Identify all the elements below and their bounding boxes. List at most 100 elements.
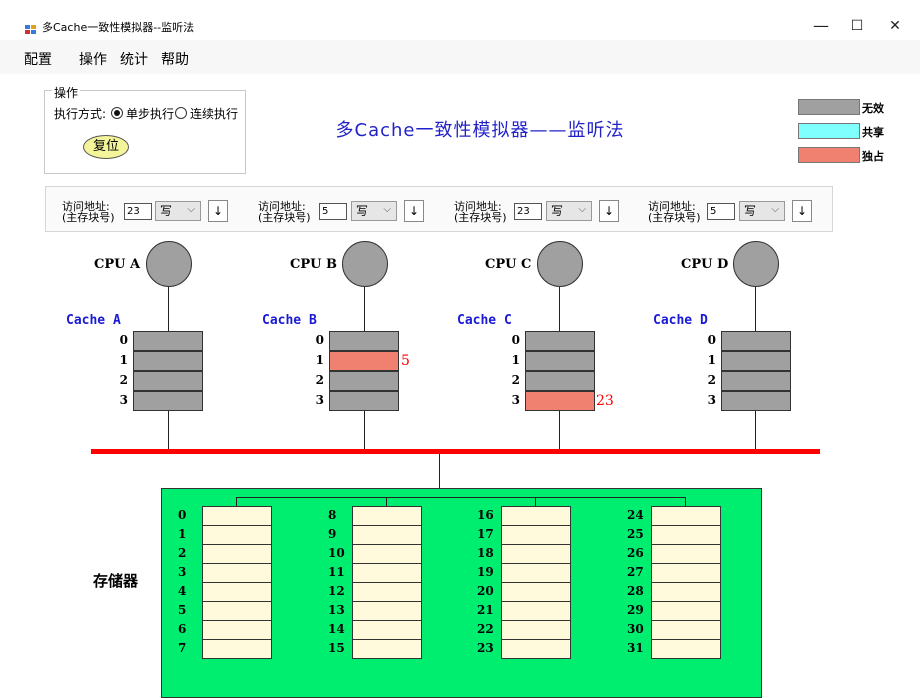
single-step-radio[interactable]	[111, 107, 123, 119]
memory-cell	[651, 601, 721, 621]
cpu-a-link	[168, 287, 169, 331]
address-input-c[interactable]: 23	[514, 203, 542, 220]
cpu-b-node	[342, 241, 388, 287]
reset-button[interactable]: 复位	[83, 135, 129, 159]
cache-b-index-3: 3	[315, 393, 324, 407]
cpu-c-label: CPU C	[485, 257, 532, 272]
cpu-d-link	[755, 287, 756, 331]
cache-a-index-0: 0	[119, 333, 128, 347]
chevron-down-icon: ⌵	[383, 204, 391, 215]
access-label-c: 访问地址: (主存块号)	[454, 200, 507, 224]
cache-a-index-2: 2	[119, 373, 128, 387]
memory-cell	[202, 582, 272, 602]
system-bus	[91, 449, 820, 454]
memory-index: 20	[477, 584, 494, 598]
memory-index: 9	[328, 527, 337, 541]
memory-cell	[501, 601, 571, 621]
memory-index: 26	[627, 546, 644, 560]
cache-c-line-1	[525, 351, 595, 371]
address-input-a[interactable]: 23	[124, 203, 152, 220]
cache-a-index-3: 3	[119, 393, 128, 407]
cache-d-line-2	[721, 371, 791, 391]
cache-d-index-1: 1	[707, 353, 716, 367]
memory-index: 25	[627, 527, 644, 541]
cpu-c-link	[559, 287, 560, 331]
close-button[interactable]: ✕	[880, 14, 910, 38]
cache-c-label: Cache C	[457, 313, 512, 328]
address-input-b[interactable]: 5	[319, 203, 347, 220]
cache-b-index-1: 1	[315, 353, 324, 367]
op-select-a[interactable]: 写 ⌵	[155, 201, 201, 221]
cache-b-line-0	[329, 331, 399, 351]
cpu-a-label: CPU A	[94, 257, 141, 272]
bus-memory-link	[439, 454, 440, 489]
menu-stats[interactable]: 统计	[120, 49, 148, 69]
memory-cell	[651, 525, 721, 545]
memory-index: 15	[328, 641, 345, 655]
memory-index: 29	[627, 603, 644, 617]
menu-config[interactable]: 配置	[24, 49, 52, 69]
cpu-d-node	[733, 241, 779, 287]
cache-d-index-2: 2	[707, 373, 716, 387]
legend-swatch-invalid	[798, 99, 860, 115]
memory-cell	[651, 582, 721, 602]
memory-cell	[501, 506, 571, 526]
memory-cell	[352, 620, 422, 640]
cache-b-index-0: 0	[315, 333, 324, 347]
memory-cell	[352, 639, 422, 659]
memory-index: 13	[328, 603, 345, 617]
memory-index: 16	[477, 508, 494, 522]
legend-label-invalid: 无效	[862, 102, 884, 115]
memory-index: 3	[178, 565, 187, 579]
maximize-button[interactable]: ☐	[842, 14, 872, 38]
access-button-a[interactable]: ↓	[208, 200, 228, 222]
memory-cell	[651, 544, 721, 564]
legend-swatch-shared	[798, 123, 860, 139]
access-button-c[interactable]: ↓	[599, 200, 619, 222]
cache-d-line-1	[721, 351, 791, 371]
memory-cell	[202, 601, 272, 621]
memory-col-0-link	[236, 497, 237, 506]
memory-cell	[202, 620, 272, 640]
memory-index: 7	[178, 641, 187, 655]
memory-col-1-link	[386, 497, 387, 506]
memory-index: 2	[178, 546, 187, 560]
continuous-radio[interactable]	[175, 107, 187, 119]
memory-cell	[352, 601, 422, 621]
memory-cell	[651, 506, 721, 526]
access-button-d[interactable]: ↓	[792, 200, 812, 222]
minimize-button[interactable]: —	[806, 14, 836, 38]
cache-a-bus-link	[168, 411, 169, 450]
memory-cell	[352, 506, 422, 526]
memory-cell	[501, 639, 571, 659]
memory-col-3-link	[685, 497, 686, 506]
cache-a-line-3	[133, 391, 203, 411]
operation-group-label: 操作	[52, 84, 81, 101]
cache-c-index-0: 0	[511, 333, 520, 347]
cache-d-line-0	[721, 331, 791, 351]
cpu-b-label: CPU B	[290, 257, 337, 272]
memory-index: 8	[328, 508, 337, 522]
op-select-b[interactable]: 写 ⌵	[351, 201, 397, 221]
op-select-c[interactable]: 写 ⌵	[546, 201, 592, 221]
cache-c-index-1: 1	[511, 353, 520, 367]
access-button-b[interactable]: ↓	[404, 200, 424, 222]
memory-cell	[651, 620, 721, 640]
menu-operate[interactable]: 操作	[79, 49, 107, 69]
legend-swatch-exclusive	[798, 147, 860, 163]
memory-col-2-link	[535, 497, 536, 506]
cache-c-tag-3: 23	[596, 393, 614, 409]
menu-help[interactable]: 帮助	[161, 49, 189, 69]
memory-index: 12	[328, 584, 345, 598]
legend-label-exclusive: 独占	[862, 150, 884, 163]
cache-b-line-2	[329, 371, 399, 391]
app-icon	[25, 20, 37, 34]
address-input-d[interactable]: 5	[707, 203, 735, 220]
memory-cell	[202, 506, 272, 526]
memory-cell	[501, 525, 571, 545]
op-select-d[interactable]: 写 ⌵	[739, 201, 785, 221]
memory-cell	[352, 525, 422, 545]
memory-index: 31	[627, 641, 644, 655]
cpu-b-link	[364, 287, 365, 331]
memory-cell	[202, 544, 272, 564]
